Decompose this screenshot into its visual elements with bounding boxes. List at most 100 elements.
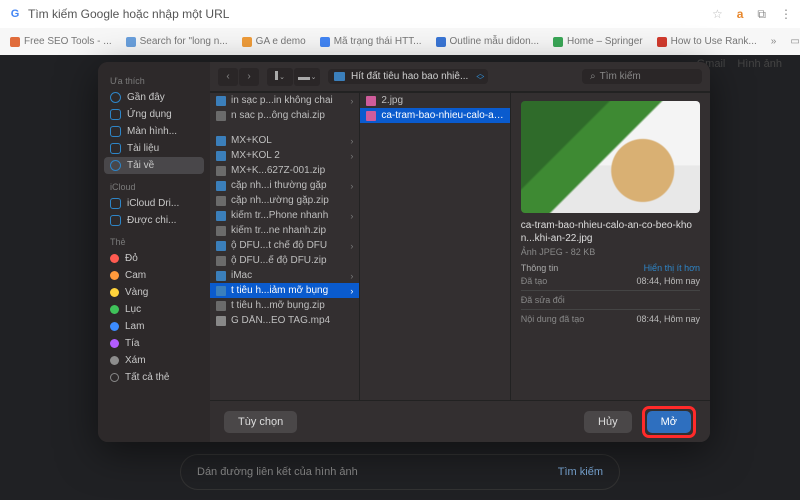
folder-icon xyxy=(216,181,226,191)
sidebar-item[interactable]: Gần đây xyxy=(104,89,204,106)
sidebar-item[interactable]: Lam xyxy=(104,318,204,335)
file-row[interactable]: kiểm tr...Phone nhanh › xyxy=(210,208,359,223)
file-row[interactable]: iMac› xyxy=(210,268,359,283)
bookmark-item[interactable]: Search for "long n... xyxy=(126,36,228,47)
bookmarks-overflow-icon[interactable]: » xyxy=(771,36,777,47)
extension-a-icon[interactable]: a xyxy=(737,7,744,21)
bookmark-item[interactable]: Free SEO Tools - ... xyxy=(10,36,112,47)
file-icon xyxy=(216,316,226,326)
zip-icon xyxy=(216,226,226,236)
sidebar-item[interactable]: Màn hình... xyxy=(104,123,204,140)
preview-meta-key: Nội dung đã tạo xyxy=(521,314,585,324)
bookmark-label: Outline mẫu didon... xyxy=(450,36,540,47)
file-row[interactable]: cặp nh...ường gặp.zip xyxy=(210,193,359,208)
file-label: t tiêu h...iảm mỡ bụng xyxy=(231,285,328,296)
folder-icon xyxy=(216,241,226,251)
chevron-right-icon: › xyxy=(350,136,353,146)
folder-icon xyxy=(216,136,226,146)
sidebar-item-label: Ứng dụng xyxy=(127,109,172,120)
finder-column-1: in sạc p...in không chai›n sac p...ông c… xyxy=(210,93,359,400)
bookmark-favicon-icon xyxy=(126,37,136,47)
extensions-icon[interactable]: ⧉ xyxy=(757,7,766,22)
images-link[interactable]: Hình ảnh xyxy=(737,58,782,70)
reading-list-icon[interactable]: ▭ xyxy=(790,36,799,47)
sidebar-item-label: Tải về xyxy=(127,160,154,171)
bookmark-item[interactable]: Mã trạng thái HTT... xyxy=(320,36,422,47)
view-grid-button[interactable]: ⌄ xyxy=(294,68,320,86)
sidebar-favorites-heading: Ưa thích xyxy=(110,76,204,86)
open-button[interactable]: Mở xyxy=(647,411,691,433)
bookmark-star-icon[interactable]: ☆ xyxy=(712,7,723,21)
sidebar-item[interactable]: Tải về xyxy=(104,157,204,174)
sidebar-item[interactable]: Lục xyxy=(104,301,204,318)
finder-search-input[interactable]: ⌕ Tìm kiếm xyxy=(582,69,702,84)
sidebar-item[interactable]: Ứng dụng xyxy=(104,106,204,123)
sidebar-item[interactable]: Tất cả thẻ xyxy=(104,369,204,386)
bookmark-item[interactable]: How to Use Rank... xyxy=(657,36,757,47)
file-row[interactable]: 2.jpg xyxy=(360,93,509,108)
sidebar-item[interactable]: iCloud Dri... xyxy=(104,195,204,212)
path-dropdown[interactable]: Hít đất tiêu hao bao nhiê... ︿﹀ xyxy=(328,69,488,84)
finder-sidebar: Ưa thích Gần đây Ứng dụng Màn hình...Tài l… xyxy=(98,62,210,442)
doc-icon xyxy=(110,143,121,154)
options-button[interactable]: Tùy chọn xyxy=(224,411,297,433)
address-text: Tìm kiếm Google hoặc nhập một URL xyxy=(28,7,706,21)
bookmark-label: Mã trạng thái HTT... xyxy=(334,36,422,47)
file-row[interactable]: MX+K...627Z-001.zip xyxy=(210,163,359,178)
file-row[interactable]: MX+KOL› xyxy=(210,133,359,148)
bookmarks-bar: Free SEO Tools - ... Search for "long n..… xyxy=(0,28,800,55)
sidebar-item[interactable]: Đỏ xyxy=(104,250,204,267)
sidebar-item[interactable]: Vàng xyxy=(104,284,204,301)
file-row[interactable]: ca-tram-bao-nhieu-calo-an-co-beo-khong-l… xyxy=(360,108,509,123)
sidebar-item-label: Lam xyxy=(125,321,144,332)
file-row[interactable]: t tiêu h...mỡ bụng.zip xyxy=(210,298,359,313)
sidebar-item-label: Tía xyxy=(125,338,139,349)
bookmark-item[interactable]: Home – Springer xyxy=(553,36,643,47)
file-row[interactable]: n sac p...ông chai.zip xyxy=(210,108,359,123)
bookmark-item[interactable]: GA e demo xyxy=(242,36,306,47)
file-row[interactable]: G DẪN...EO TAG.mp4 xyxy=(210,313,359,328)
file-row[interactable]: cặp nh...i thường gặp› xyxy=(210,178,359,193)
file-row[interactable]: in sạc p...in không chai› xyxy=(210,93,359,108)
profile-icon[interactable]: ⋮ xyxy=(780,7,792,21)
finder-toolbar: ‹ › ⌄ ⌄ Hít đất tiêu hao bao nhiê... ︿﹀ … xyxy=(210,62,710,92)
sidebar-item-label: Xám xyxy=(125,355,146,366)
paste-link-bar[interactable]: Dán đường liên kết của hình ảnh Tìm kiếm xyxy=(180,454,620,490)
file-row[interactable]: ộ DFU...t chế độ DFU› xyxy=(210,238,359,253)
chevron-right-icon: › xyxy=(350,211,353,221)
bookmark-favicon-icon xyxy=(320,37,330,47)
chevron-right-icon: › xyxy=(350,241,353,251)
sidebar-item[interactable]: Tía xyxy=(104,335,204,352)
file-label: t tiêu h...mỡ bụng.zip xyxy=(231,300,325,311)
file-label: MX+K...627Z-001.zip xyxy=(231,165,325,176)
file-row[interactable]: ộ DFU...ế độ DFU.zip xyxy=(210,253,359,268)
sidebar-item[interactable]: Được chi... xyxy=(104,212,204,229)
bookmark-label: How to Use Rank... xyxy=(671,36,757,47)
address-bar[interactable]: G Tìm kiếm Google hoặc nhập một URL ☆ a … xyxy=(0,0,800,28)
preview-show-less-button[interactable]: Hiển thị ít hơn xyxy=(644,263,700,273)
shared-icon xyxy=(110,215,121,226)
tag-dot-icon xyxy=(110,322,119,331)
sidebar-item[interactable]: Xám xyxy=(104,352,204,369)
search-icon: ⌕ xyxy=(590,71,596,82)
nav-back-button[interactable]: ‹ xyxy=(218,68,238,86)
sidebar-item[interactable]: Cam xyxy=(104,267,204,284)
preview-filename: ca-tram-bao-nhieu-calo-an-co-beo-khon...… xyxy=(521,219,700,245)
sidebar-item-label: Tất cả thẻ xyxy=(125,372,169,383)
file-row[interactable]: MX+KOL 2› xyxy=(210,148,359,163)
file-label: kiểm tr...Phone nhanh xyxy=(231,210,328,221)
file-row[interactable]: kiểm tr...ne nhanh.zip xyxy=(210,223,359,238)
bookmark-item[interactable]: Outline mẫu didon... xyxy=(436,36,540,47)
nav-forward-button[interactable]: › xyxy=(239,68,259,86)
file-label: cặp nh...i thường gặp xyxy=(231,180,327,191)
file-label: MX+KOL 2 xyxy=(231,150,280,161)
sidebar-item-label: Được chi... xyxy=(127,215,176,226)
sidebar-item[interactable]: Tài liệu xyxy=(104,140,204,157)
bookmark-favicon-icon xyxy=(10,37,20,47)
cancel-button[interactable]: Hủy xyxy=(584,411,632,433)
open-file-dialog: Ưa thích Gần đây Ứng dụng Màn hình...Tài l… xyxy=(98,62,710,442)
file-row[interactable]: t tiêu h...iảm mỡ bụng› xyxy=(210,283,359,298)
tag-dot-icon xyxy=(110,254,119,263)
view-columns-button[interactable]: ⌄ xyxy=(267,68,293,86)
paste-link-find-button[interactable]: Tìm kiếm xyxy=(558,466,603,478)
